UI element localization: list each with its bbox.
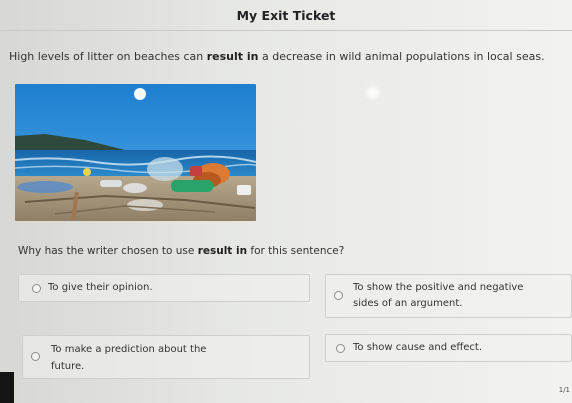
page-indicator: 1/1 [558,386,570,394]
answer-option-label: To give their opinion. [48,282,153,293]
statement-text-after: a decrease in wild animal populations in… [258,50,545,63]
question-text-before: Why has the writer chosen to use [18,245,198,257]
answer-option-3[interactable]: To make a prediction about the future. [22,335,310,379]
exit-ticket-page: My Exit Ticket High levels of litter on … [0,0,572,403]
statement-text-before: High levels of litter on beaches can [9,50,207,63]
beach-litter-photo [15,84,256,221]
radio-button[interactable] [336,344,345,353]
answer-option-1[interactable]: To give their opinion. [18,274,310,302]
answer-option-4[interactable]: To show cause and effect. [325,334,572,362]
statement-keyword: result in [206,50,259,63]
answer-option-label-line2: sides of an argument. [353,298,463,309]
screen-bezel [0,372,14,403]
page-title: My Exit Ticket [236,7,336,23]
answer-option-label: To show cause and effect. [353,342,483,353]
question-text: Why has the writer chosen to use result … [18,245,344,257]
answer-option-2[interactable]: To show the positive and negative sides … [325,274,572,318]
question-text-after: for this sentence? [247,245,345,257]
title-bar: My Exit Ticket [0,0,572,31]
answer-option-label-line1: To show the positive and negative [353,282,524,293]
answer-option-label-line1: To make a prediction about the [51,344,207,355]
screen-glare [364,84,382,102]
question-keyword: result in [197,245,248,257]
answer-option-label-line2: future. [51,361,85,372]
radio-button[interactable] [31,352,40,361]
prompt-statement: High levels of litter on beaches can res… [9,50,545,63]
radio-button[interactable] [32,284,41,293]
radio-button[interactable] [334,291,343,300]
